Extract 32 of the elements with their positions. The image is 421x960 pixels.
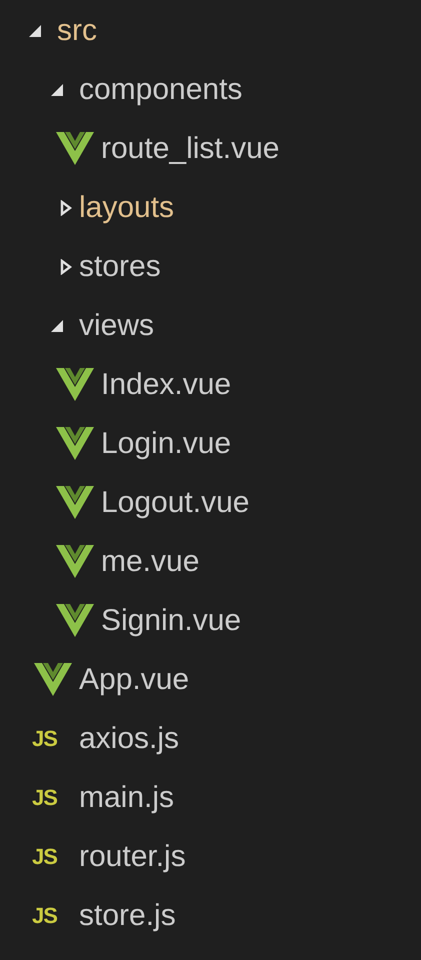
vue-icon [56,427,94,460]
expanded-arrow-icon[interactable] [50,82,64,96]
collapsed-arrow-icon[interactable] [60,258,72,274]
folder-name[interactable]: src [57,16,97,46]
vue-icon [56,132,94,165]
vue-icon [56,604,94,637]
expanded-arrow-icon[interactable] [50,318,64,332]
folder-name[interactable]: stores [79,252,161,282]
file-name[interactable]: Login.vue [101,428,232,458]
folder-name[interactable]: layouts [79,192,174,222]
expanded-arrow-icon[interactable] [28,24,42,38]
js-icon: JS [32,904,57,926]
folder-name[interactable]: views [79,310,154,340]
vue-icon [56,545,94,578]
collapsed-arrow-icon[interactable] [60,200,72,216]
file-name[interactable]: axios.js [79,724,180,754]
vue-icon [56,486,94,519]
file-name[interactable]: router.js [79,842,186,872]
js-icon: JS [32,728,57,750]
folder-name[interactable]: components [79,74,242,104]
file-name[interactable]: Index.vue [101,370,232,400]
js-icon: JS [32,786,57,808]
file-name[interactable]: route_list.vue [101,134,280,164]
file-name[interactable]: me.vue [101,546,200,576]
file-name[interactable]: Logout.vue [101,488,250,518]
file-name[interactable]: Signin.vue [101,606,242,636]
file-name[interactable]: main.js [79,782,174,812]
vue-icon [56,368,94,401]
vue-icon [34,663,72,696]
file-name[interactable]: App.vue [79,664,190,694]
js-icon: JS [32,846,57,868]
file-name[interactable]: store.js [79,900,176,930]
